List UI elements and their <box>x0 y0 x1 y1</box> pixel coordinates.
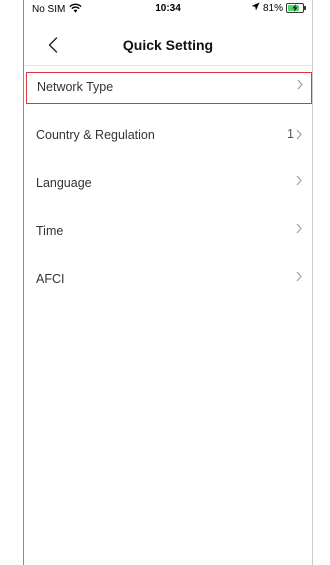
menu-item-right <box>294 271 302 282</box>
bolt-icon <box>292 4 298 12</box>
location-arrow-icon <box>251 2 260 14</box>
chevron-right-icon <box>296 223 302 234</box>
menu-item-right <box>294 223 302 234</box>
menu-item-label: Network Type <box>37 79 114 94</box>
menu-item-right <box>294 175 302 186</box>
menu-item-right <box>295 79 303 90</box>
menu-item-label: Time <box>36 224 64 238</box>
settings-menu: Network Type Country & Regulation 1 Lang… <box>24 72 312 312</box>
battery-charging-icon <box>286 3 306 13</box>
battery-nub <box>304 6 306 10</box>
menu-item-afci[interactable]: AFCI <box>24 264 312 296</box>
menu-item-right: 1 <box>287 127 302 141</box>
navigation-bar: Quick Setting <box>24 26 312 64</box>
menu-item-country-regulation[interactable]: Country & Regulation 1 <box>24 120 312 152</box>
chevron-right-icon <box>296 175 302 186</box>
page-title: Quick Setting <box>122 37 214 53</box>
menu-item-label: Country & Regulation <box>36 128 155 142</box>
menu-item-language[interactable]: Language <box>24 168 312 200</box>
menu-item-label: AFCI <box>36 272 65 286</box>
status-right: 81% <box>251 2 306 14</box>
chevron-right-icon <box>297 79 303 89</box>
chevron-right-icon <box>296 129 302 139</box>
menu-item-time[interactable]: Time <box>24 216 312 248</box>
battery-body <box>286 3 304 13</box>
menu-item-value: 1 <box>287 127 294 141</box>
status-bar: No SIM 10:34 81% <box>24 0 312 18</box>
frame-edge-right <box>312 0 313 565</box>
nav-divider <box>24 65 312 66</box>
app-screen: No SIM 10:34 81% Quick Setting Network T… <box>0 0 330 565</box>
menu-item-network-type[interactable]: Network Type <box>26 72 312 104</box>
menu-item-label: Language <box>36 176 92 190</box>
battery-percent: 81% <box>262 2 283 14</box>
chevron-right-icon <box>296 271 302 282</box>
